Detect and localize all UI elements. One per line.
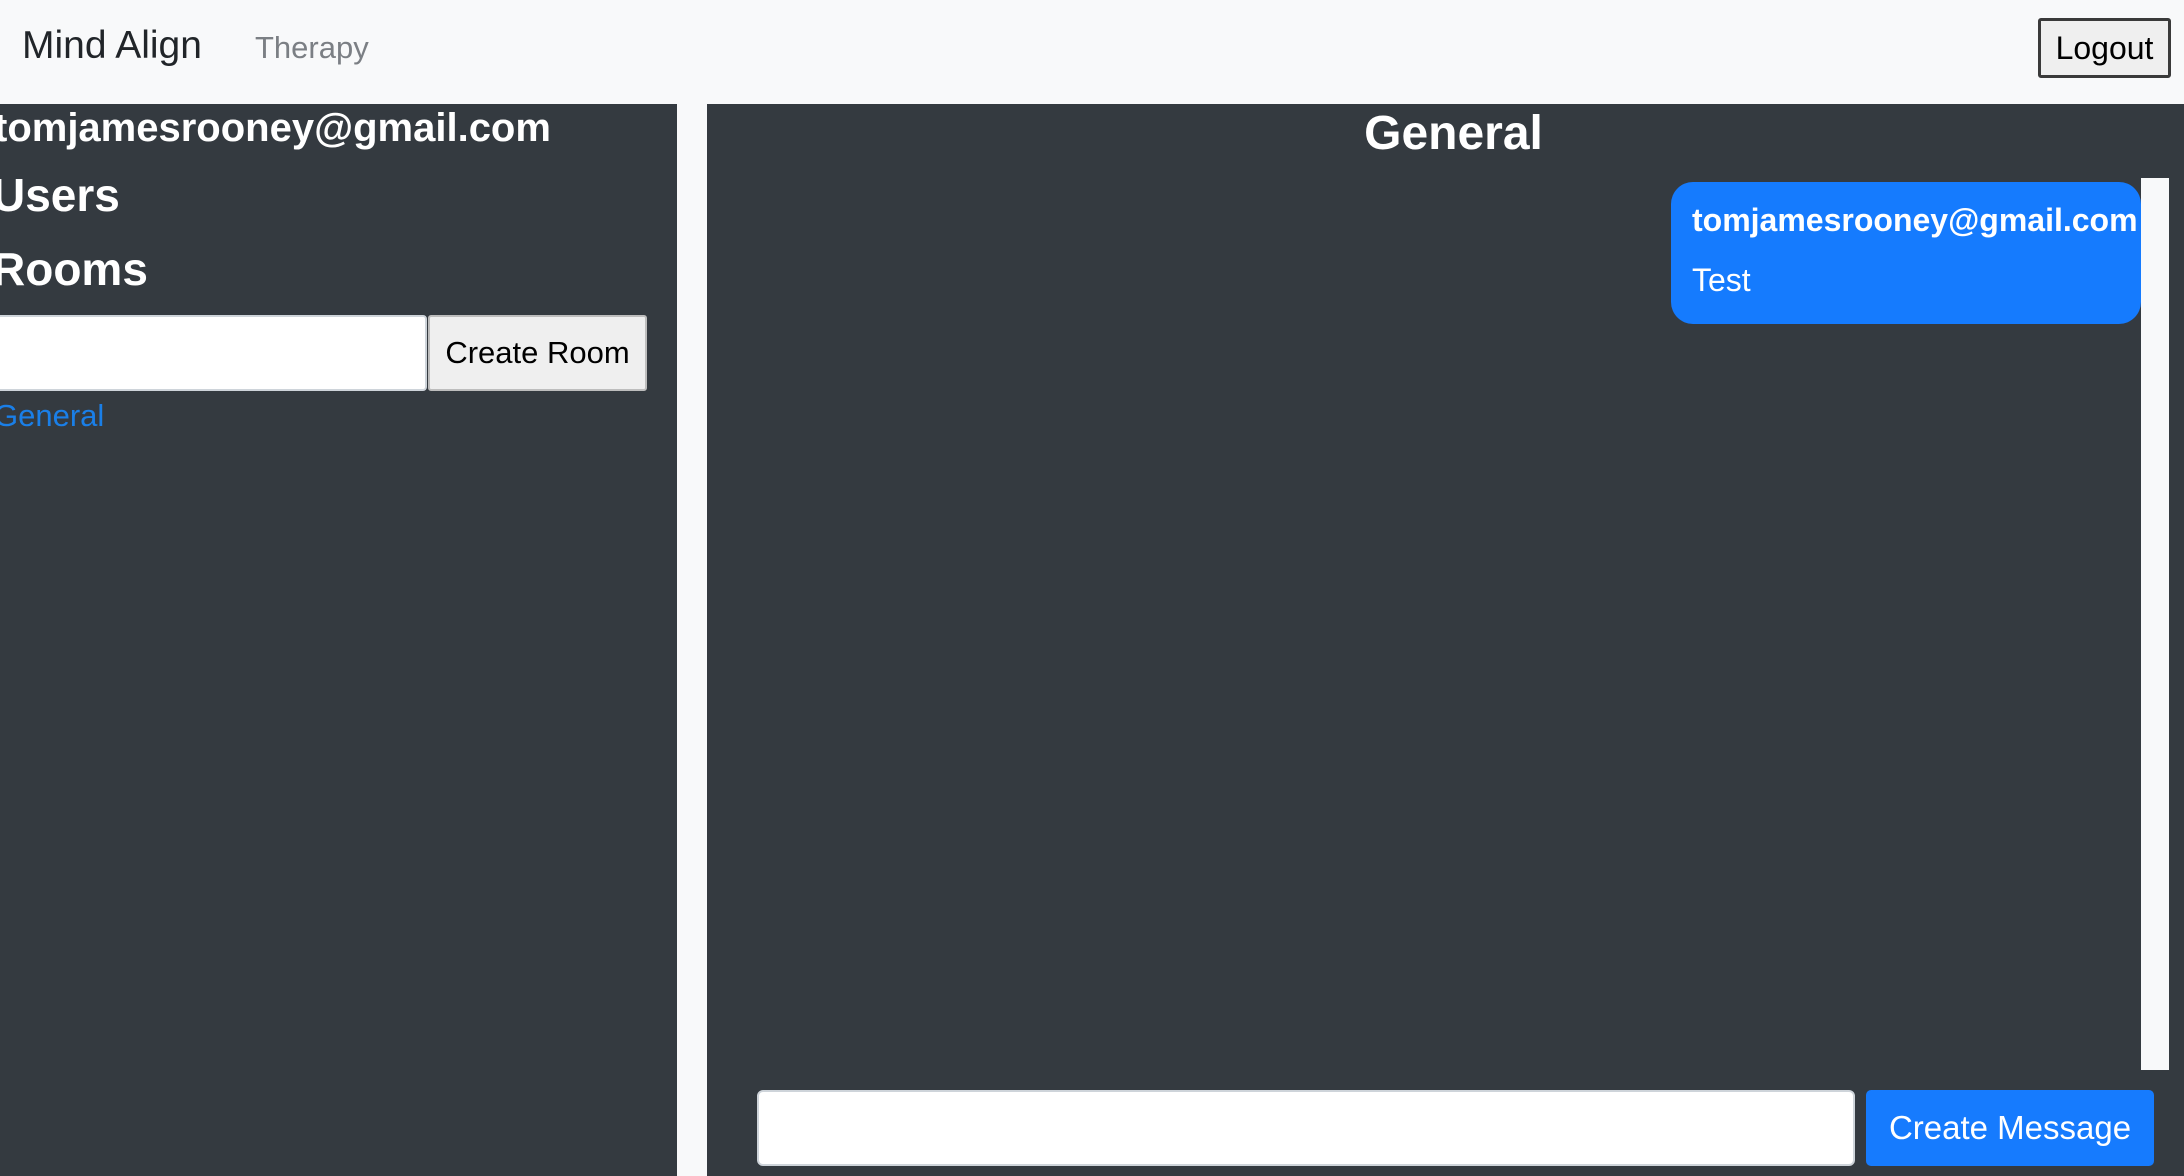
panel-divider [677, 104, 707, 1176]
users-heading: Users [0, 169, 120, 221]
rooms-heading: Rooms [0, 243, 148, 295]
message-list: tomjamesrooney@gmail.com Test [707, 178, 2141, 1070]
message-list-scrollbar[interactable] [2141, 178, 2169, 1070]
chat-panel: General tomjamesrooney@gmail.com Test Cr… [707, 104, 2184, 1176]
brand-logo-text[interactable]: Mind Align [22, 24, 202, 68]
message-bubble: tomjamesrooney@gmail.com Test [1671, 182, 2141, 324]
message-sender: tomjamesrooney@gmail.com [1692, 202, 2138, 238]
create-room-button[interactable]: Create Room [428, 315, 647, 391]
nav-link-therapy[interactable]: Therapy [255, 30, 369, 66]
message-input[interactable] [757, 1090, 1855, 1166]
top-navbar: Mind Align Therapy Logout [0, 0, 2184, 104]
current-user-email: tomjamesrooney@gmail.com [0, 106, 551, 150]
sidebar: tomjamesrooney@gmail.com Users Rooms Cre… [0, 104, 677, 1176]
room-link-general[interactable]: General [0, 398, 104, 434]
create-message-button[interactable]: Create Message [1866, 1090, 2154, 1166]
logout-button[interactable]: Logout [2038, 18, 2171, 78]
chat-room-title: General [1364, 107, 1543, 160]
room-name-input[interactable] [0, 315, 427, 391]
message-text: Test [1692, 262, 1751, 298]
